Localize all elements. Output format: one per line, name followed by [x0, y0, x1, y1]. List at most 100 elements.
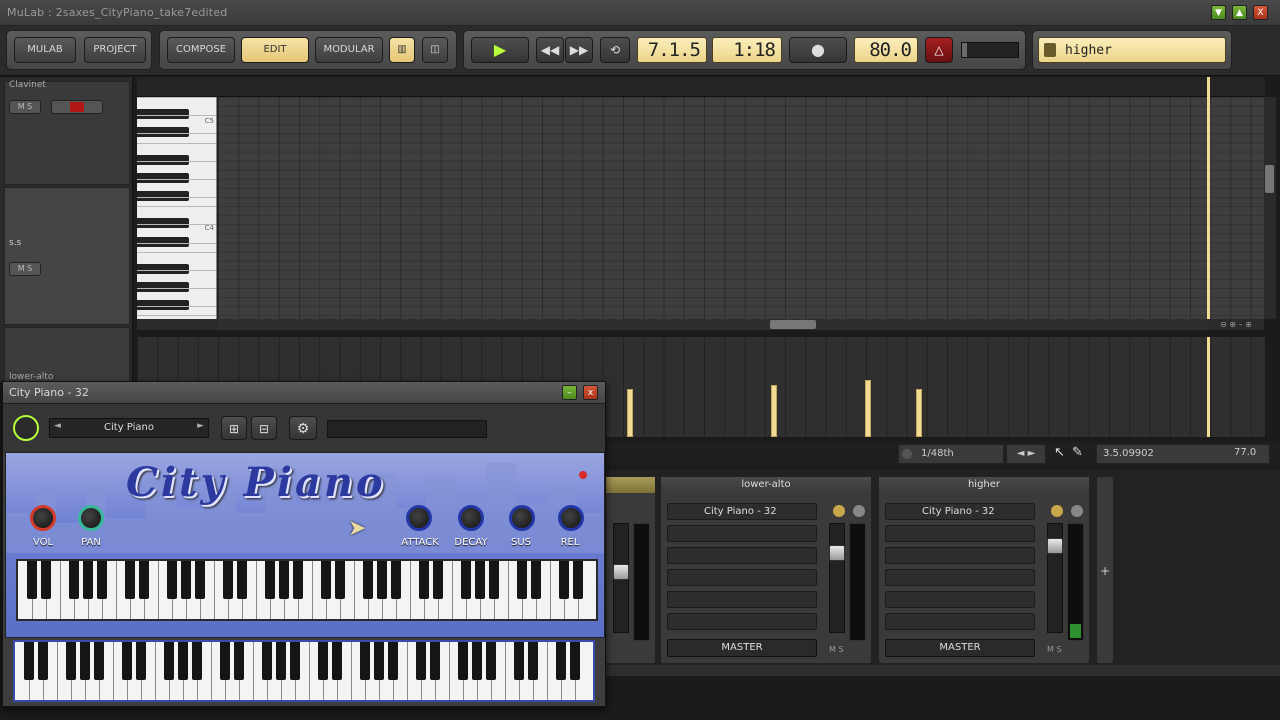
black-key[interactable] [489, 561, 499, 599]
effect-slot[interactable] [667, 613, 817, 630]
black-key[interactable] [559, 561, 569, 599]
zoom-controls[interactable]: ⊖ ⊕ – ⊕ [1208, 319, 1264, 330]
fader-knob[interactable] [829, 544, 845, 561]
black-key[interactable] [573, 561, 583, 599]
black-key[interactable] [137, 154, 189, 165]
black-key[interactable] [374, 642, 384, 680]
split-view-icon[interactable]: ◫ [422, 37, 448, 63]
black-key[interactable] [137, 172, 189, 183]
effect-slot[interactable] [667, 525, 817, 542]
loop-icon[interactable]: ⟲ [600, 37, 630, 63]
modular-button[interactable]: MODULAR [315, 37, 383, 63]
effect-slot[interactable] [667, 547, 817, 564]
black-key[interactable] [458, 642, 468, 680]
black-key[interactable] [137, 300, 189, 311]
fader-knob[interactable] [613, 564, 629, 580]
black-key[interactable] [486, 642, 496, 680]
black-key[interactable] [164, 642, 174, 680]
preset-selector[interactable]: ◄ City Piano ► [49, 418, 209, 438]
pencil-tool-icon[interactable]: ✎ [1072, 445, 1083, 460]
record-arm-toggle[interactable] [51, 100, 103, 114]
black-key[interactable] [167, 561, 177, 599]
black-key[interactable] [265, 561, 275, 599]
black-key[interactable] [377, 561, 387, 599]
black-key[interactable] [430, 642, 440, 680]
track-ss[interactable]: s.s M S [4, 187, 130, 325]
black-key[interactable] [472, 642, 482, 680]
black-key[interactable] [388, 642, 398, 680]
mute-solo-toggle[interactable]: M S [9, 262, 41, 276]
load-preset-icon[interactable]: ⊞ [221, 416, 247, 440]
sustain-knob[interactable] [509, 505, 535, 531]
fader-knob[interactable] [1047, 538, 1063, 555]
black-key[interactable] [122, 642, 132, 680]
grid-selector[interactable]: 1/48th [898, 444, 1004, 464]
black-key[interactable] [24, 642, 34, 680]
black-key[interactable] [531, 561, 541, 599]
black-key[interactable] [195, 561, 205, 599]
timeline-ruler[interactable] [137, 77, 1265, 97]
black-key[interactable] [137, 236, 189, 247]
compose-button[interactable]: COMPOSE [167, 37, 235, 63]
release-knob[interactable] [558, 505, 584, 531]
black-key[interactable] [38, 642, 48, 680]
mulab-button[interactable]: MULAB [14, 37, 76, 63]
black-key[interactable] [27, 561, 37, 599]
black-key[interactable] [528, 642, 538, 680]
vertical-scrollbar[interactable] [1264, 97, 1276, 319]
black-key[interactable] [136, 642, 146, 680]
upper-keyboard[interactable] [16, 559, 598, 621]
black-key[interactable] [97, 561, 107, 599]
velocity-bar[interactable] [865, 380, 871, 437]
maximize-button[interactable]: ▲ [1232, 5, 1247, 20]
black-key[interactable] [137, 127, 189, 138]
black-key[interactable] [475, 561, 485, 599]
black-key[interactable] [83, 561, 93, 599]
velocity-bar[interactable] [627, 389, 633, 437]
black-key[interactable] [293, 561, 303, 599]
black-key[interactable] [223, 561, 233, 599]
scroll-thumb[interactable] [770, 320, 816, 329]
lower-keyboard[interactable] [13, 640, 595, 702]
project-button[interactable]: PROJECT [84, 37, 146, 63]
rewind-icon[interactable]: ◀◀ [536, 37, 564, 63]
black-key[interactable] [279, 561, 289, 599]
track-clavinet[interactable]: Clavinet M S [4, 80, 130, 185]
tempo-display[interactable]: 80.0 [854, 37, 918, 63]
volume-knob[interactable] [30, 505, 56, 531]
effect-slot[interactable] [885, 569, 1035, 586]
snap-icon[interactable] [902, 449, 912, 459]
black-key[interactable] [139, 561, 149, 599]
black-key[interactable] [416, 642, 426, 680]
black-key[interactable] [360, 642, 370, 680]
record-icon[interactable]: ● [789, 37, 847, 63]
black-key[interactable] [137, 282, 189, 292]
grid-view-icon[interactable]: ▥ [389, 37, 415, 63]
attack-knob[interactable] [406, 505, 432, 531]
mixer-scrollbar[interactable] [604, 665, 1280, 676]
black-key[interactable] [318, 642, 328, 680]
effect-slot[interactable] [885, 525, 1035, 542]
plugin-param-field[interactable] [327, 420, 487, 438]
black-key[interactable] [220, 642, 230, 680]
black-key[interactable] [178, 642, 188, 680]
black-key[interactable] [69, 561, 79, 599]
pan-knob-icon[interactable] [853, 505, 865, 517]
mute-solo-toggle[interactable]: M S [829, 645, 844, 654]
effect-slot[interactable] [667, 569, 817, 586]
pointer-tool-icon[interactable]: ↖ [1054, 445, 1065, 460]
black-key[interactable] [125, 561, 135, 599]
plugin-minimize-button[interactable]: – [562, 385, 577, 400]
black-key[interactable] [517, 561, 527, 599]
settings-gear-icon[interactable]: ⚙ [289, 416, 317, 440]
black-key[interactable] [391, 561, 401, 599]
black-key[interactable] [262, 642, 272, 680]
black-key[interactable] [237, 561, 247, 599]
black-key[interactable] [514, 642, 524, 680]
black-key[interactable] [290, 642, 300, 680]
fast-forward-icon[interactable]: ▶▶ [565, 37, 593, 63]
close-button[interactable]: X [1253, 5, 1268, 20]
minimize-button[interactable]: ▼ [1211, 5, 1226, 20]
pan-knob-icon[interactable] [1071, 505, 1083, 517]
velocity-bar[interactable] [771, 385, 777, 437]
